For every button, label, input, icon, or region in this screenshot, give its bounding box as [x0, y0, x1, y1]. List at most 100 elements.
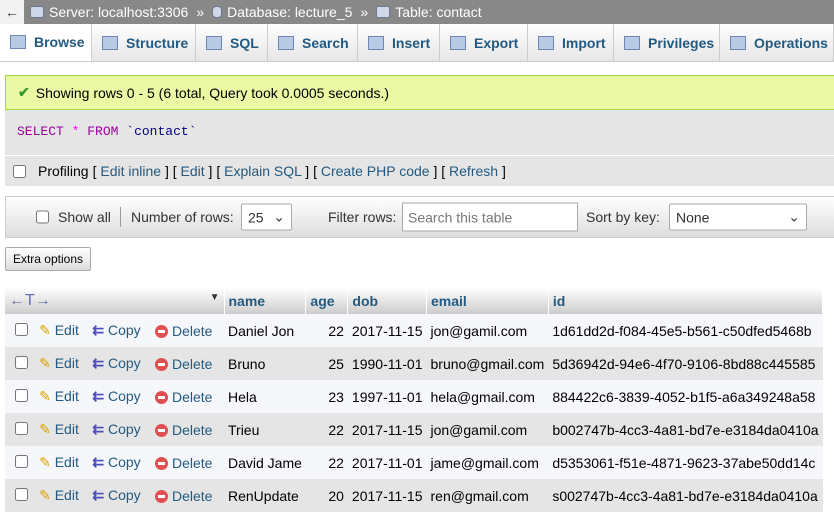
- delete-icon: [155, 324, 169, 338]
- breadcrumb-database[interactable]: Database: lecture_5: [212, 4, 352, 20]
- cell-dob[interactable]: 2017-11-01: [347, 446, 427, 479]
- cell-id[interactable]: b002747b-4cc3-4a81-bd7e-e3184da0410a: [548, 413, 823, 446]
- copy-button[interactable]: ⇇ Copy: [88, 479, 152, 512]
- edit-button[interactable]: ✎ Edit: [35, 380, 89, 413]
- cell-id[interactable]: s002747b-4cc3-4a81-bd7e-e3184da0410a: [548, 479, 823, 512]
- column-header-age[interactable]: age: [305, 288, 349, 314]
- cell-name[interactable]: Hela: [224, 380, 306, 413]
- breadcrumb-table[interactable]: Table: contact: [376, 4, 482, 20]
- delete-button[interactable]: Delete: [151, 479, 224, 512]
- cell-email[interactable]: jon@gamil.com: [426, 413, 549, 446]
- sort-select[interactable]: None ⌄: [669, 203, 807, 231]
- column-resize-icon[interactable]: ←T→: [9, 292, 51, 309]
- tab-search[interactable]: Search: [268, 24, 358, 61]
- cell-id[interactable]: d5353061-f51e-4871-9623-37abe50dd14c: [548, 446, 823, 479]
- delete-button[interactable]: Delete: [151, 413, 224, 446]
- tab-label: Import: [562, 34, 606, 51]
- profiling-link[interactable]: Edit: [181, 163, 205, 179]
- delete-button[interactable]: Delete: [151, 446, 224, 479]
- cell-email[interactable]: jon@gamil.com: [426, 314, 549, 347]
- delete-button[interactable]: Delete: [151, 314, 224, 347]
- cell-email[interactable]: hela@gmail.com: [426, 380, 549, 413]
- profiling-link[interactable]: Edit inline: [100, 163, 161, 179]
- copy-button[interactable]: ⇇ Copy: [88, 380, 152, 413]
- edit-label: Edit: [54, 421, 79, 437]
- tab-browse[interactable]: Browse: [0, 24, 92, 61]
- edit-button[interactable]: ✎ Edit: [35, 413, 89, 446]
- rows-label: Number of rows:: [131, 209, 234, 225]
- cell-dob[interactable]: 2017-11-15: [347, 314, 427, 347]
- copy-button[interactable]: ⇇ Copy: [88, 347, 152, 380]
- edit-button[interactable]: ✎ Edit: [35, 479, 89, 512]
- column-header-name[interactable]: name: [224, 288, 307, 314]
- cell-email[interactable]: ren@gmail.com: [426, 479, 549, 512]
- row-checkbox[interactable]: [15, 355, 28, 369]
- tab-import[interactable]: Import: [528, 24, 614, 61]
- edit-button[interactable]: ✎ Edit: [35, 347, 89, 380]
- cell-name[interactable]: Daniel Jon: [224, 314, 306, 347]
- tab-sql[interactable]: SQL: [196, 24, 268, 61]
- cell-id[interactable]: 884422c6-3839-4052-b1f5-a6a349248a58: [548, 380, 823, 413]
- cell-dob[interactable]: 2017-11-15: [347, 479, 427, 512]
- profiling-link[interactable]: Create PHP code: [321, 163, 430, 179]
- edit-label: Edit: [54, 322, 79, 338]
- cell-name[interactable]: Trieu: [224, 413, 306, 446]
- column-header-dob[interactable]: dob: [347, 288, 427, 314]
- row-checkbox[interactable]: [15, 322, 28, 336]
- filter-input[interactable]: Search this table: [402, 202, 578, 232]
- cell-id[interactable]: 5d36942d-94e6-4f70-9106-8bd88c445585: [548, 347, 823, 380]
- row-checkbox[interactable]: [15, 487, 28, 501]
- copy-button[interactable]: ⇇ Copy: [88, 446, 152, 479]
- delete-label: Delete: [172, 355, 213, 372]
- cell-dob[interactable]: 2017-11-15: [347, 413, 427, 446]
- column-header-id[interactable]: id: [548, 288, 824, 314]
- cell-age[interactable]: 22: [305, 314, 348, 347]
- cell-id[interactable]: 1d61dd2d-f084-45e5-b561-c50dfed5468b: [548, 314, 823, 347]
- cell-dob[interactable]: 1990-11-01: [347, 347, 427, 380]
- row-checkbox[interactable]: [15, 421, 28, 435]
- cell-name[interactable]: David Jame: [224, 446, 306, 479]
- cell-age[interactable]: 25: [305, 347, 348, 380]
- sql-table: `contact`: [126, 124, 197, 139]
- edit-button[interactable]: ✎ Edit: [35, 446, 89, 479]
- sql-icon: [206, 35, 222, 50]
- copy-label: Copy: [107, 487, 141, 503]
- column-header-email[interactable]: email: [426, 288, 549, 314]
- cell-age[interactable]: 22: [305, 413, 348, 446]
- rows-select[interactable]: 25 ⌄: [241, 203, 292, 231]
- tab-insert[interactable]: Insert: [358, 24, 440, 61]
- profiling-link[interactable]: Explain SQL: [224, 163, 301, 179]
- cell-name[interactable]: Bruno: [224, 347, 306, 380]
- row-checkbox[interactable]: [15, 454, 28, 468]
- tab-privileges[interactable]: Privileges: [614, 24, 720, 61]
- cell-dob[interactable]: 1997-11-01: [347, 380, 427, 413]
- tab-bar: Browse Structure SQL Search Insert Export Impo…: [0, 24, 834, 62]
- profiling-link[interactable]: Refresh: [449, 163, 498, 179]
- dropdown-triangle-icon[interactable]: ▼: [210, 292, 220, 303]
- tab-operations[interactable]: Operations: [720, 24, 834, 61]
- back-button[interactable]: ←: [0, 0, 24, 24]
- copy-button[interactable]: ⇇ Copy: [88, 413, 152, 446]
- breadcrumb-server[interactable]: Server: localhost:3306: [30, 4, 188, 20]
- tab-export[interactable]: Export: [440, 24, 528, 61]
- cell-age[interactable]: 23: [305, 380, 348, 413]
- cell-email[interactable]: bruno@gmail.com: [426, 347, 549, 380]
- row-checkbox[interactable]: [15, 388, 28, 402]
- tab-label: Structure: [126, 34, 189, 51]
- copy-button[interactable]: ⇇ Copy: [88, 314, 152, 347]
- edit-label: Edit: [54, 487, 79, 503]
- delete-button[interactable]: Delete: [151, 380, 224, 413]
- extra-options-button[interactable]: Extra options: [5, 247, 91, 271]
- cell-age[interactable]: 20: [305, 479, 348, 512]
- delete-button[interactable]: Delete: [151, 347, 224, 380]
- cell-name[interactable]: RenUpdate: [224, 479, 306, 512]
- cell-age[interactable]: 22: [305, 446, 348, 479]
- profiling-checkbox[interactable]: [13, 164, 26, 178]
- cell-email[interactable]: jame@gmail.com: [426, 446, 549, 479]
- structure-icon: [102, 35, 118, 50]
- copy-icon: ⇇: [92, 322, 105, 338]
- profiling-label: Profiling: [38, 163, 89, 179]
- tab-structure[interactable]: Structure: [92, 24, 196, 61]
- show-all-checkbox[interactable]: [36, 210, 49, 224]
- edit-button[interactable]: ✎ Edit: [35, 314, 89, 347]
